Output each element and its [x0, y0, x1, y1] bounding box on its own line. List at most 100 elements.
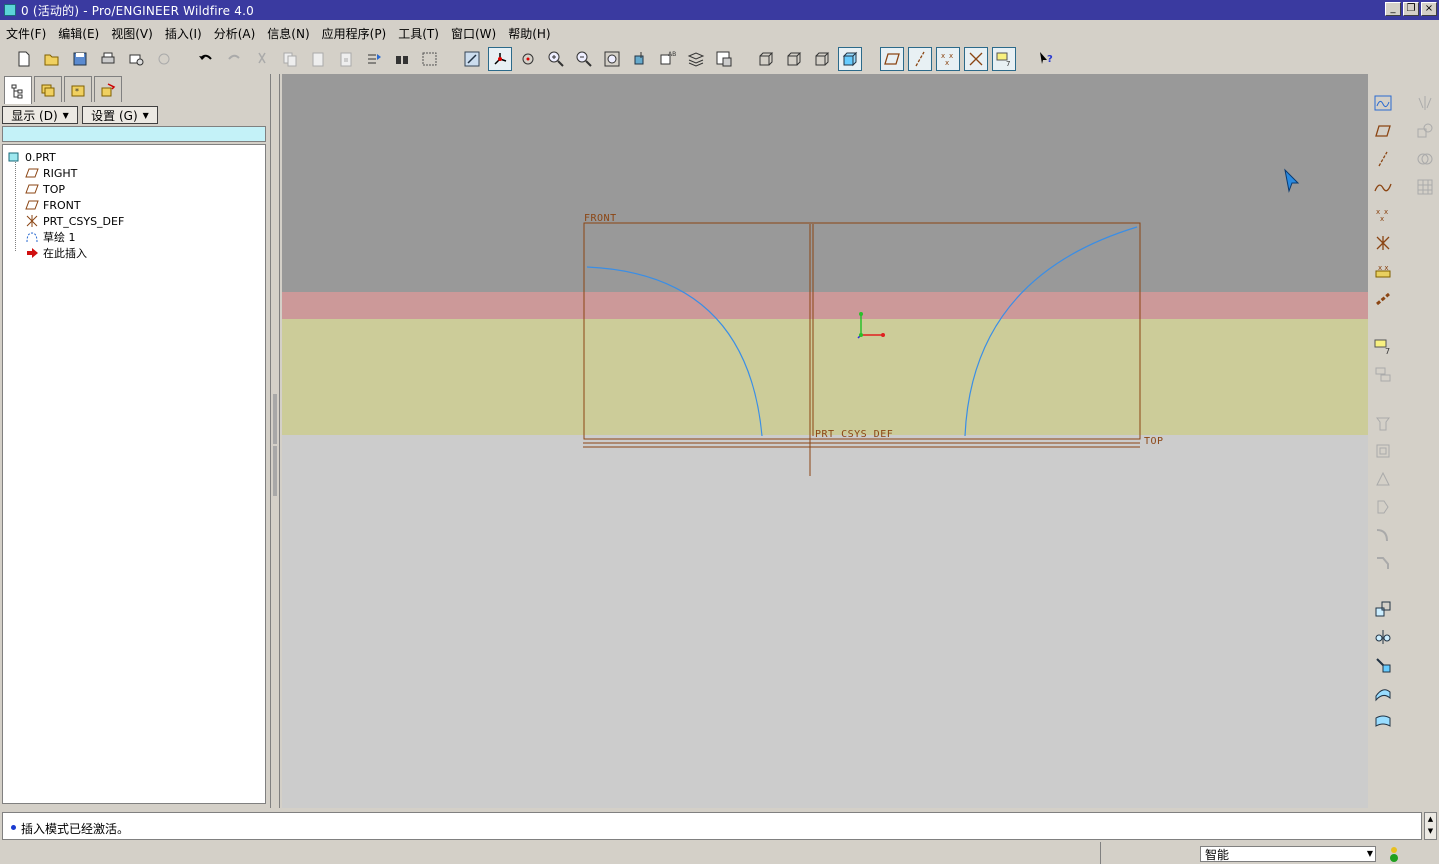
- tab-connections[interactable]: [94, 76, 122, 102]
- menu-insert[interactable]: 插入(I): [165, 25, 202, 42]
- shading-button[interactable]: [838, 47, 862, 71]
- print-button[interactable]: [96, 47, 120, 71]
- menu-help[interactable]: 帮助(H): [508, 25, 550, 42]
- orient-mode-button[interactable]: [516, 47, 540, 71]
- new-file-button[interactable]: [12, 47, 36, 71]
- minimize-button[interactable]: _: [1385, 2, 1401, 16]
- blend-tool-button[interactable]: [1372, 496, 1394, 518]
- message-scrollbar[interactable]: ▲ ▼: [1424, 812, 1437, 840]
- undo-icon: [199, 54, 212, 60]
- menu-analysis[interactable]: 分析(A): [214, 25, 256, 42]
- expand-handle[interactable]: [273, 446, 277, 496]
- panel-splitter[interactable]: [270, 74, 280, 808]
- tab-model-tree[interactable]: [4, 76, 32, 104]
- close-button[interactable]: ×: [1421, 2, 1437, 16]
- blend-icon: [1377, 500, 1389, 514]
- selection-filter-dropdown[interactable]: 智能 ▼: [1200, 846, 1376, 862]
- tree-node-sketch[interactable]: 草绘 1: [3, 229, 265, 245]
- find-button[interactable]: [390, 47, 414, 71]
- cut-button[interactable]: [250, 47, 274, 71]
- email-button[interactable]: [124, 47, 148, 71]
- repaint-button[interactable]: [460, 47, 484, 71]
- settings-dropdown[interactable]: 设置 (G) ▼: [82, 106, 158, 124]
- tab-folder-browser[interactable]: [34, 76, 62, 102]
- csys-toggle[interactable]: [964, 47, 988, 71]
- merge-geometry-button[interactable]: [1414, 148, 1436, 170]
- mirror-geometry-button[interactable]: [1414, 92, 1436, 114]
- insert-sketch-tool-button[interactable]: [1372, 288, 1394, 310]
- menu-tools[interactable]: 工具(T): [398, 25, 439, 42]
- svg-text:7: 7: [1006, 60, 1010, 68]
- extrude-tool-button[interactable]: [1372, 412, 1394, 434]
- redo-button[interactable]: [222, 47, 246, 71]
- trim-tool-button[interactable]: [1372, 682, 1394, 704]
- copy-button[interactable]: [278, 47, 302, 71]
- context-help-button[interactable]: ?: [1034, 47, 1058, 71]
- save-icon: [73, 52, 87, 66]
- svg-text:AB: AB: [668, 51, 676, 58]
- move-tool-button[interactable]: [1372, 654, 1394, 676]
- menu-applications[interactable]: 应用程序(P): [322, 25, 387, 42]
- datum-points-toggle[interactable]: xxx: [936, 47, 960, 71]
- annotation-element-button[interactable]: [1372, 364, 1394, 386]
- datum-planes-toggle[interactable]: [880, 47, 904, 71]
- revolve-tool-button[interactable]: [1372, 440, 1394, 462]
- datum-point-tool-button[interactable]: xxx: [1372, 204, 1394, 226]
- regenerate-button[interactable]: [362, 47, 386, 71]
- tree-node-csys[interactable]: PRT_CSYS_DEF: [3, 213, 265, 229]
- tree-node-front[interactable]: FRONT: [3, 197, 265, 213]
- annotation-tool-button[interactable]: 7: [1372, 336, 1394, 358]
- graphics-window[interactable]: FRONT TOP PRT_CSYS_DEF: [282, 74, 1368, 808]
- analysis-tool-button[interactable]: x x: [1372, 260, 1394, 282]
- view-manager-button[interactable]: [712, 47, 736, 71]
- restore-button[interactable]: ❐: [1403, 2, 1419, 16]
- pattern-tool-button[interactable]: [1414, 176, 1436, 198]
- datum-axes-toggle[interactable]: [908, 47, 932, 71]
- show-dropdown[interactable]: 显示 (D) ▼: [2, 106, 78, 124]
- no-hidden-button[interactable]: [810, 47, 834, 71]
- sketch-tool-button[interactable]: [1372, 92, 1394, 114]
- menu-edit[interactable]: 编辑(E): [58, 25, 99, 42]
- menu-file[interactable]: 文件(F): [6, 25, 46, 42]
- undo-button[interactable]: [194, 47, 218, 71]
- hidden-line-button[interactable]: [782, 47, 806, 71]
- refit-button[interactable]: [600, 47, 624, 71]
- tree-filter-bar[interactable]: [2, 126, 266, 142]
- saved-views-button[interactable]: AB: [656, 47, 680, 71]
- collapse-handle[interactable]: [273, 394, 277, 444]
- tree-node-root[interactable]: 0.PRT: [3, 149, 265, 165]
- menu-window[interactable]: 窗口(W): [451, 25, 496, 42]
- select-box-button[interactable]: [418, 47, 442, 71]
- round-tool-button[interactable]: [1372, 524, 1394, 546]
- menu-view[interactable]: 视图(V): [111, 25, 153, 42]
- reorient-button[interactable]: [628, 47, 652, 71]
- zoom-out-button[interactable]: [572, 47, 596, 71]
- wireframe-button[interactable]: [754, 47, 778, 71]
- layers-icon: [687, 52, 705, 67]
- tab-favorites[interactable]: *: [64, 76, 92, 102]
- offset-tool-button[interactable]: [1372, 710, 1394, 732]
- paste-button[interactable]: [306, 47, 330, 71]
- sweep-tool-button[interactable]: [1372, 468, 1394, 490]
- annotation-toggle[interactable]: 7: [992, 47, 1016, 71]
- layers-button[interactable]: [684, 47, 708, 71]
- chamfer-tool-button[interactable]: [1372, 552, 1394, 574]
- mirror-tool-button[interactable]: [1372, 626, 1394, 648]
- open-file-button[interactable]: [40, 47, 64, 71]
- zoom-in-button[interactable]: [544, 47, 568, 71]
- email-link-button[interactable]: [152, 47, 176, 71]
- tree-node-right[interactable]: RIGHT: [3, 165, 265, 181]
- scale-tool-button[interactable]: [1372, 598, 1394, 620]
- tree-node-insert-here[interactable]: 在此插入: [3, 245, 265, 261]
- menu-info[interactable]: 信息(N): [267, 25, 309, 42]
- tree-node-top[interactable]: TOP: [3, 181, 265, 197]
- datum-axis-tool-button[interactable]: [1372, 148, 1394, 170]
- save-button[interactable]: [68, 47, 92, 71]
- spin-center-button[interactable]: [488, 47, 512, 71]
- tree-node-label: FRONT: [43, 198, 81, 212]
- copy-geometry-button[interactable]: [1414, 120, 1436, 142]
- datum-plane-tool-button[interactable]: [1372, 120, 1394, 142]
- paste-special-button[interactable]: [334, 47, 358, 71]
- csys-tool-button[interactable]: [1372, 232, 1394, 254]
- datum-curve-tool-button[interactable]: [1372, 176, 1394, 198]
